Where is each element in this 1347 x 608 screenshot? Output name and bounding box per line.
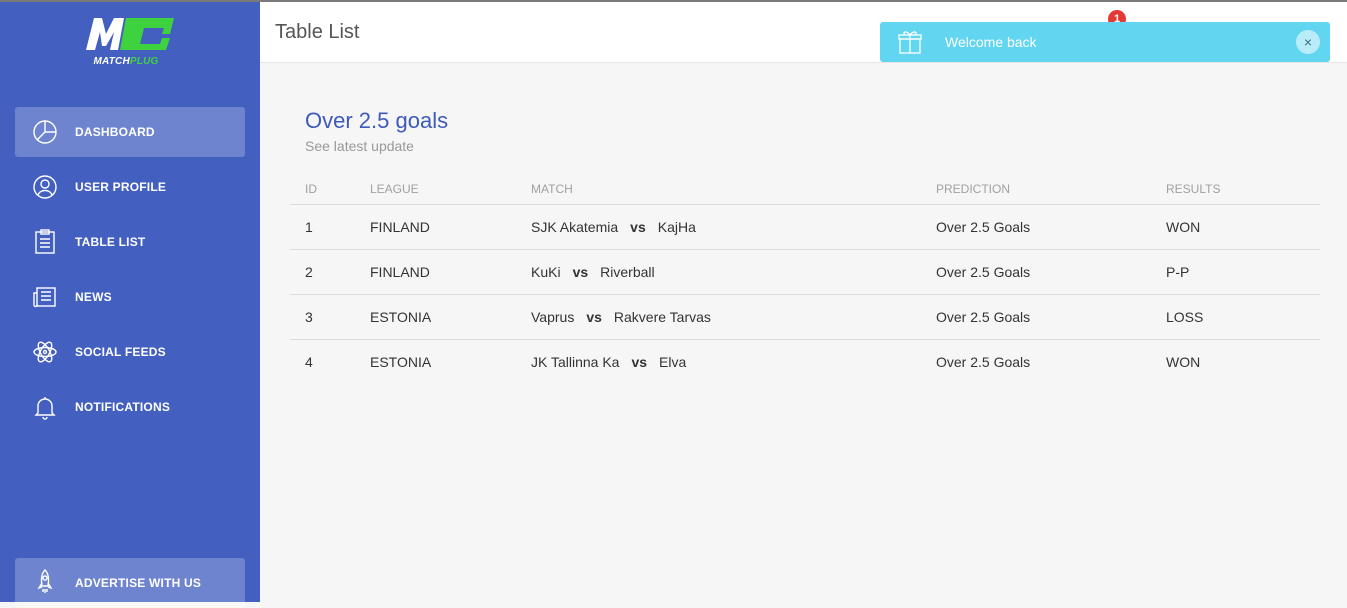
cell-prediction: Over 2.5 Goals xyxy=(921,294,1151,340)
sidebar-item-label: NEWS xyxy=(75,290,112,304)
column-header-match: MATCH xyxy=(516,176,921,205)
bell-icon xyxy=(31,393,59,421)
sidebar-item-label: TABLE LIST xyxy=(75,235,146,249)
toast-message: Welcome back xyxy=(945,34,1037,50)
advertise-label: ADVERTISE WITH US xyxy=(75,576,202,590)
column-header-prediction: PREDICTION xyxy=(921,176,1151,205)
newspaper-icon xyxy=(31,283,59,311)
cell-match: Vaprus vs Rakvere Tarvas xyxy=(516,294,921,340)
home-team: Vaprus xyxy=(531,308,575,325)
clipboard-icon xyxy=(31,228,59,256)
cell-prediction: Over 2.5 Goals xyxy=(936,353,1031,370)
sidebar-item-table-list[interactable]: TABLE LIST xyxy=(15,217,245,267)
sidebar-item-news[interactable]: NEWS xyxy=(15,272,245,322)
column-header-league: LEAGUE xyxy=(355,176,516,205)
logo-wordmark: MATCHPLUG xyxy=(93,56,159,67)
card-title: Over 2.5 goals xyxy=(305,108,449,133)
home-team: KuKi xyxy=(531,263,561,280)
cell-league: FINLAND xyxy=(355,204,516,250)
toast-close-button[interactable]: × xyxy=(1296,30,1320,54)
table-row: 3 ESTONIA Vaprus vs Rakvere Tarvas Over 2.… xyxy=(290,294,1320,340)
cell-prediction: Over 2.5 Goals xyxy=(921,249,1151,295)
sidebar-item-dashboard[interactable]: DASHBOARD xyxy=(15,107,245,157)
sidebar-item-notifications[interactable]: NOTIFICATIONS xyxy=(15,382,245,432)
cell-result: P-P xyxy=(1151,249,1320,295)
page-title: Table List xyxy=(275,21,360,43)
vs-label: vs xyxy=(631,353,648,370)
table-row: 4 ESTONIA JK Tallinna Ka vs Elva Over 2.5 … xyxy=(290,339,1320,384)
matchplug-logo-icon xyxy=(86,18,174,50)
gift-icon xyxy=(896,28,924,56)
cell-result: WON xyxy=(1151,204,1320,250)
away-team: KajHa xyxy=(657,218,696,235)
cell-result: WON xyxy=(1166,353,1201,370)
welcome-toast: Welcome back × xyxy=(880,22,1330,62)
sidebar-item-label: USER PROFILE xyxy=(75,180,167,194)
logo[interactable]: MATCHPLUG xyxy=(84,14,176,70)
home-team: JK Tallinna Ka xyxy=(531,353,620,370)
cell-id: 3 xyxy=(290,294,355,340)
top-border xyxy=(0,0,1347,2)
cell-match: SJK Akatemia vs KajHa xyxy=(516,204,921,250)
vs-label: vs xyxy=(586,308,602,325)
sidebar-nav: DASHBOARD USER PROFILE TABLE LIST NEWS S… xyxy=(15,107,245,437)
column-header-results: RESULTS xyxy=(1151,176,1320,205)
cell-id: 2 xyxy=(290,249,355,295)
table-row: 2 FINLAND KuKi vs Riverball Over 2.5 Goals… xyxy=(290,249,1320,295)
vs-label: vs xyxy=(572,263,589,280)
cell-id: 1 xyxy=(290,204,355,250)
main-content: Over 2.5 goals See latest update ID LEAG… xyxy=(290,108,1320,384)
atom-icon xyxy=(31,338,59,366)
cell-result: LOSS xyxy=(1151,294,1320,340)
sidebar-item-label: DASHBOARD xyxy=(75,125,155,139)
away-team: Riverball xyxy=(600,263,655,280)
table-header-row: ID LEAGUE MATCH PREDICTION RESULTS xyxy=(290,176,1320,205)
cell-league: FINLAND xyxy=(355,249,516,295)
user-icon xyxy=(31,173,59,201)
predictions-table: ID LEAGUE MATCH PREDICTION RESULTS 1 FIN… xyxy=(290,176,1320,384)
cell-id: 4 xyxy=(305,353,313,370)
card-subtitle: See latest update xyxy=(305,138,414,154)
advertise-button[interactable]: ADVERTISE WITH US xyxy=(15,558,245,608)
cell-league: ESTONIA xyxy=(355,294,516,340)
column-header-id: ID xyxy=(290,176,355,205)
sidebar-item-label: NOTIFICATIONS xyxy=(75,400,171,414)
pie-chart-icon xyxy=(31,118,59,146)
rocket-icon xyxy=(31,567,59,600)
vs-label: vs xyxy=(630,218,646,235)
cell-prediction: Over 2.5 Goals xyxy=(921,204,1151,250)
table-row: 1 FINLAND SJK Akatemia vs KajHa Over 2.5 G… xyxy=(290,204,1320,250)
sidebar-item-label: SOCIAL FEEDS xyxy=(75,345,166,359)
home-team: SJK Akatemia xyxy=(531,218,619,235)
away-team: Elva xyxy=(659,353,687,370)
cell-match: JK Tallinna Ka vs Elva xyxy=(516,339,921,384)
sidebar: MATCHPLUG DASHBOARD USER PROFILE TABLE L… xyxy=(0,0,260,608)
sidebar-item-user-profile[interactable]: USER PROFILE xyxy=(15,162,245,212)
sidebar-item-social-feeds[interactable]: SOCIAL FEEDS xyxy=(15,327,245,377)
cell-match: KuKi vs Riverball xyxy=(516,249,921,295)
away-team: Rakvere Tarvas xyxy=(613,308,711,325)
cell-league: ESTONIA xyxy=(370,353,432,370)
